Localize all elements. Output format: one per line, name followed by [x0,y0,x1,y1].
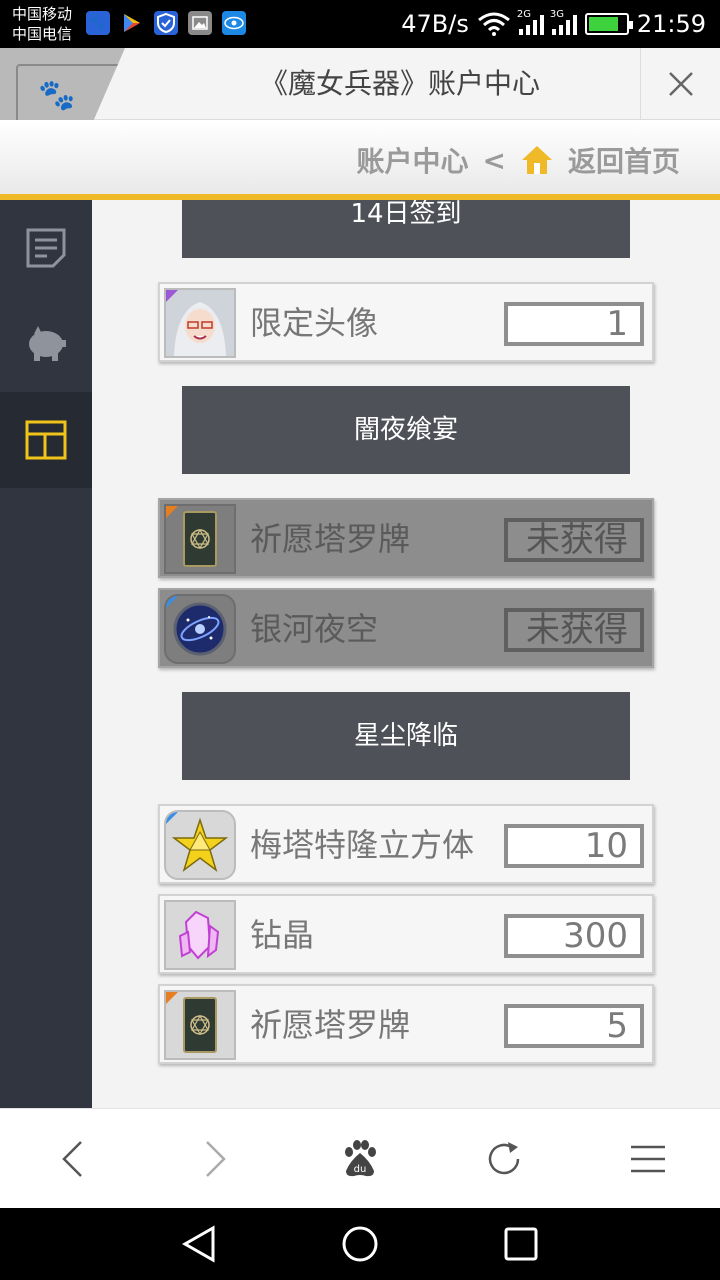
tab-thumbnail[interactable]: 🐾 [0,48,125,120]
forward-icon [206,1140,226,1177]
item-count: 1 [504,302,644,346]
notification-icons: 🐾 [86,11,246,35]
sidebar-item-piggy-bank[interactable] [0,296,92,392]
list-item[interactable]: 梅塔特隆立方体 10 [158,804,654,884]
svg-text:du: du [354,1164,367,1175]
menu-icon [631,1145,665,1172]
section-title: 星尘降临 [353,721,458,751]
back-button[interactable] [0,1109,144,1208]
sidebar-item-document[interactable] [0,200,92,296]
baidu-home-button[interactable]: du [288,1109,432,1208]
home-icon[interactable] [520,143,554,177]
nav-back-icon[interactable] [181,1224,217,1264]
baidu-icon: 🐾 [86,11,110,35]
status-bar: 中国移动 中国电信 🐾 47B/s 2G 3G 21:59 [0,0,720,48]
list-item[interactable]: 钻晶 300 [158,894,654,974]
item-icon-frame [164,594,236,664]
item-icon-frame [164,504,236,574]
status-right: 47B/s 2G 3G 21:59 [401,9,706,38]
shield-icon [154,11,178,35]
breadcrumb-separator: < [482,143,506,177]
list-item[interactable]: 祈愿塔罗牌 5 [158,984,654,1064]
signal-3g-label: 3G [549,9,564,20]
signal-2g-label: 2G [516,9,531,20]
browser-title-bar: 🐾 《魔女兵器》账户中心 [0,48,720,120]
item-icon-frame [164,288,236,358]
clock: 21:59 [636,10,706,38]
carrier-2: 中国电信 [12,25,73,43]
section-title: 闇夜飨宴 [353,415,458,445]
item-name: 祈愿塔罗牌 [250,1006,411,1044]
section-header-checkin: 14日签到 [182,200,630,258]
browser-toolbar: du [0,1108,720,1208]
layout-icon [25,420,67,460]
baidu-home-icon: du [345,1139,376,1176]
item-count: 未获得 [504,518,644,562]
item-name: 银河夜空 [250,610,379,648]
item-count: 5 [504,1004,644,1048]
item-count: 300 [504,914,644,958]
home-link[interactable]: 返回首页 [568,140,680,180]
item-count: 10 [504,824,644,868]
item-name: 祈愿塔罗牌 [250,520,411,558]
item-icon-frame [164,990,236,1060]
baidu-paw-icon: 🐾 [38,78,76,113]
signal-2g-icon: 2G [517,9,544,35]
rarity-corner [166,290,178,302]
menu-button[interactable] [576,1109,720,1208]
item-icon-frame [164,900,236,970]
carrier-1: 中国移动 [12,5,73,23]
piggy-bank-icon [29,326,66,361]
forward-button[interactable] [144,1109,288,1208]
battery-level [588,17,618,31]
rarity-corner [166,506,178,518]
item-name: 梅塔特隆立方体 [250,826,475,864]
section-header-stardust: 星尘降临 [182,692,630,780]
wifi-icon [477,12,510,36]
system-nav-bar [0,1208,720,1280]
back-icon [62,1140,82,1177]
carrier-info: 中国移动 中国电信 [12,4,72,44]
breadcrumb: 账户中心 < 返回首页 [357,140,681,180]
main-content: 14日签到 限定头像 1 闇夜飨宴 祈愿塔罗牌 未获得 银河夜空 未获得 星尘降… [92,200,720,1108]
section-header-dark-night: 闇夜飨宴 [182,386,630,474]
crystal-icon [178,910,220,960]
site-header: 账户中心 < 返回首页 [0,120,720,200]
net-speed: 47B/s [401,10,469,38]
page-title: 《魔女兵器》账户中心 [259,67,540,100]
breadcrumb-current: 账户中心 [356,145,469,178]
section-title: 14日签到 [350,200,462,229]
list-item[interactable]: 限定头像 1 [158,282,654,362]
rarity-corner [166,812,178,824]
nav-home-icon[interactable] [340,1224,380,1264]
sidebar [0,200,92,1108]
rarity-corner [166,992,178,1004]
signal-3g-icon: 3G [550,9,577,35]
nav-recents-icon[interactable] [503,1226,539,1262]
rarity-corner [166,596,178,608]
refresh-icon [488,1141,520,1174]
close-button[interactable] [640,48,720,120]
item-count: 未获得 [504,608,644,652]
play-store-icon [120,11,144,35]
list-item[interactable]: 祈愿塔罗牌 未获得 [158,498,654,578]
gallery-icon [188,11,212,35]
item-name: 钻晶 [250,916,315,954]
item-icon-frame [164,810,236,880]
refresh-button[interactable] [432,1109,576,1208]
list-item[interactable]: 银河夜空 未获得 [158,588,654,668]
eye-icon [222,11,246,35]
battery-icon [584,13,633,35]
document-icon [26,228,66,268]
item-name: 限定头像 [250,304,379,342]
close-icon [668,72,693,96]
sidebar-item-layout[interactable] [0,392,92,488]
